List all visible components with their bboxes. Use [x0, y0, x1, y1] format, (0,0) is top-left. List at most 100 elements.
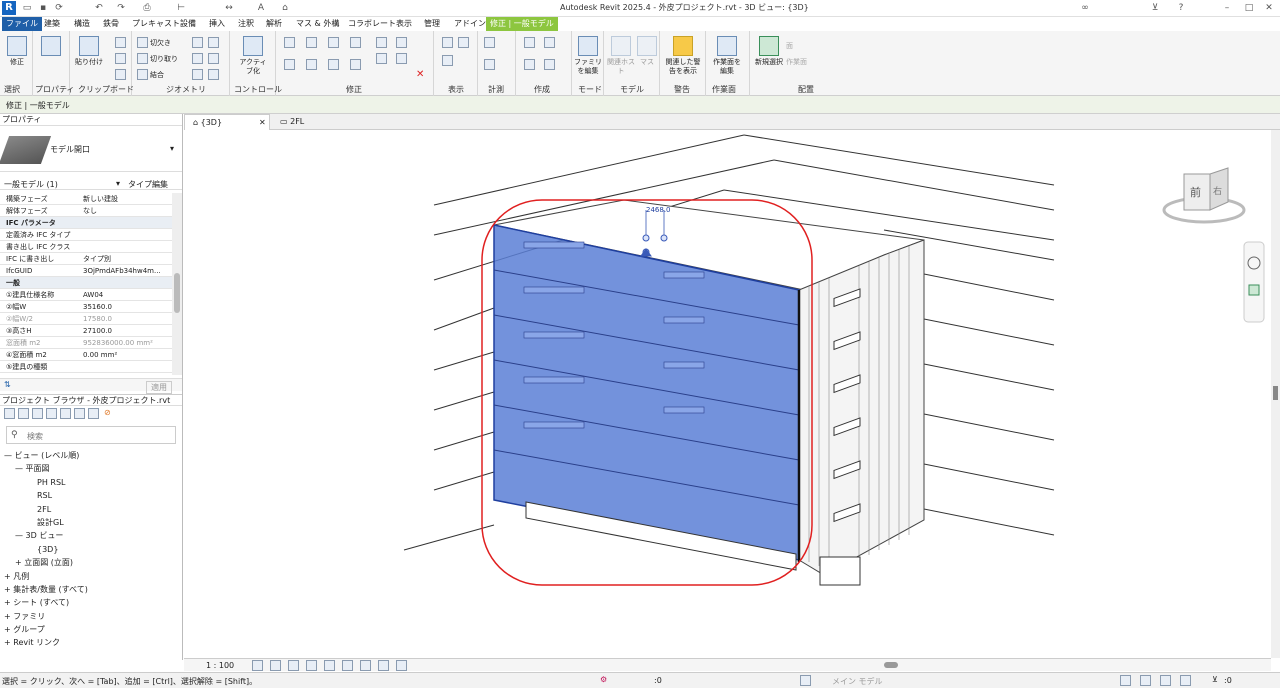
- tree-item[interactable]: — 平面図: [0, 462, 182, 475]
- move-icon[interactable]: [284, 59, 295, 70]
- tree-item[interactable]: — ビュー (レベル順): [0, 449, 182, 462]
- tree-item[interactable]: 設計GL: [0, 516, 182, 529]
- property-section[interactable]: 一般: [0, 277, 172, 289]
- tab-insert[interactable]: 挿入: [205, 17, 229, 31]
- cut-geometry-icon[interactable]: [137, 53, 148, 64]
- create-assembly-icon[interactable]: [524, 37, 535, 48]
- tab-massing[interactable]: マス & 外構: [292, 17, 343, 31]
- property-row[interactable]: IfcGUID 3OjPmdAFb34hw4m...: [0, 265, 172, 277]
- copy-icon[interactable]: [115, 53, 126, 64]
- cart-icon[interactable]: ⊻: [1150, 3, 1160, 13]
- edit-workplane-button[interactable]: 作業面を編集: [710, 34, 744, 82]
- close-icon[interactable]: ✕: [1264, 3, 1274, 13]
- property-row[interactable]: ②幅W 35160.0: [0, 301, 172, 313]
- paint-icon[interactable]: [192, 53, 203, 64]
- groups-icon[interactable]: [74, 408, 85, 419]
- search-input[interactable]: 検索: [27, 431, 43, 442]
- horizontal-scrollbar-thumb[interactable]: [884, 662, 898, 668]
- property-row[interactable]: IFC に書き出し タイプ別: [0, 253, 172, 265]
- modify-button[interactable]: 修正: [0, 34, 34, 82]
- views-icon[interactable]: [18, 408, 29, 419]
- families-icon[interactable]: [60, 408, 71, 419]
- expand-icon[interactable]: +: [4, 612, 13, 621]
- split-face-icon[interactable]: [208, 37, 219, 48]
- sort-icon[interactable]: ⇅: [4, 380, 11, 389]
- tree-item[interactable]: + シート (すべて): [0, 596, 182, 609]
- shadows-icon[interactable]: [306, 660, 317, 671]
- select-underlay-icon[interactable]: [1140, 675, 1151, 686]
- minimize-icon[interactable]: –: [1222, 3, 1232, 13]
- scale-icon[interactable]: [376, 53, 387, 64]
- split-icon[interactable]: [376, 37, 387, 48]
- create-group-icon[interactable]: [524, 59, 535, 70]
- close-tab-icon[interactable]: ✕: [259, 115, 266, 131]
- property-value[interactable]: タイプ別: [83, 253, 111, 264]
- redo-icon[interactable]: ↷: [116, 3, 126, 13]
- print-icon[interactable]: ⎙: [142, 3, 152, 13]
- temporary-hide-icon[interactable]: [360, 660, 371, 671]
- linework-icon[interactable]: [442, 55, 453, 66]
- tab-3d-view[interactable]: ⌂ {3D} ✕: [184, 114, 270, 130]
- tree-item[interactable]: RSL: [0, 489, 182, 502]
- rotate-icon[interactable]: [328, 59, 339, 70]
- lock-3d-icon[interactable]: [342, 660, 353, 671]
- tree-item[interactable]: + Revit リンク: [0, 636, 182, 649]
- detail-level-icon[interactable]: [252, 660, 263, 671]
- binoculars-icon[interactable]: ∞: [1080, 3, 1090, 13]
- measure-distance-icon[interactable]: [484, 37, 495, 48]
- remove-paint-icon[interactable]: [192, 69, 203, 80]
- viewcube-front[interactable]: 前: [1190, 185, 1201, 199]
- tab-modify-generic-model[interactable]: 修正 | 一般モデル: [486, 17, 558, 31]
- filter-icon[interactable]: ⊻: [1212, 675, 1218, 684]
- tab-analyze[interactable]: 解析: [262, 17, 286, 31]
- override-icon[interactable]: [458, 37, 469, 48]
- expand-icon[interactable]: +: [4, 598, 13, 607]
- browser-search[interactable]: ⚲ 検索: [6, 426, 176, 444]
- canvas-vertical-scrollbar[interactable]: [1271, 130, 1280, 658]
- property-row[interactable]: 書き出し IFC クラス: [0, 241, 172, 253]
- cut-icon[interactable]: [115, 37, 126, 48]
- open-icon[interactable]: ▭: [22, 3, 32, 13]
- property-row[interactable]: 構築フェーズ 新しい建設: [0, 193, 172, 205]
- show-warnings-button[interactable]: 関連した警告を表示: [664, 34, 702, 82]
- undo-icon[interactable]: ↶: [94, 3, 104, 13]
- type-selector[interactable]: モデル開口 ▾: [0, 128, 182, 172]
- array-icon[interactable]: [396, 53, 407, 64]
- select-pinned-icon[interactable]: [1160, 675, 1171, 686]
- copy-element-icon[interactable]: [306, 59, 317, 70]
- visual-style-icon[interactable]: [270, 660, 281, 671]
- revit-logo[interactable]: R: [2, 1, 16, 15]
- drawing-canvas[interactable]: 2468.0 前 右: [184, 130, 1271, 658]
- expand-icon[interactable]: +: [4, 572, 13, 581]
- property-value[interactable]: なし: [83, 205, 97, 216]
- tree-item[interactable]: + ファミリ: [0, 610, 182, 623]
- properties-button[interactable]: [34, 34, 68, 82]
- create-parts-icon[interactable]: [544, 37, 555, 48]
- tree-item[interactable]: + グループ: [0, 623, 182, 636]
- expand-icon[interactable]: +: [4, 625, 13, 634]
- edit-type-button[interactable]: タイプ編集: [128, 179, 168, 190]
- property-row[interactable]: 窓面積 m2 952836000.00 mm²: [0, 337, 172, 349]
- workset-icon[interactable]: ⚙: [600, 675, 607, 684]
- delete-icon[interactable]: ✕: [416, 69, 424, 80]
- select-links-icon[interactable]: [1120, 675, 1131, 686]
- tab-manage[interactable]: 管理: [420, 17, 444, 31]
- tab-systems[interactable]: 設備: [176, 17, 200, 31]
- property-value[interactable]: 3OjPmdAFb34hw4m...: [83, 265, 161, 276]
- viewcube[interactable]: 前 右: [1162, 167, 1246, 224]
- tree-item[interactable]: PH RSL: [0, 476, 182, 489]
- property-row[interactable]: 定義済み IFC タイプ: [0, 229, 172, 241]
- create-similar-icon[interactable]: [544, 59, 555, 70]
- aligned-dimension-icon[interactable]: [484, 59, 495, 70]
- expand-icon[interactable]: +: [4, 585, 13, 594]
- tab-architecture[interactable]: 建築: [40, 17, 64, 31]
- property-value[interactable]: 新しい建設: [83, 193, 118, 204]
- dimension-icon[interactable]: ↔: [224, 3, 234, 13]
- home-icon[interactable]: ⌂: [280, 3, 290, 13]
- activate-button[interactable]: アクティブ化: [236, 34, 270, 82]
- tab-view[interactable]: 表示: [392, 17, 416, 31]
- match-icon[interactable]: [115, 69, 126, 80]
- tab-annotate[interactable]: 注釈: [234, 17, 258, 31]
- property-value[interactable]: 0.00 mm²: [83, 349, 117, 360]
- offset-icon[interactable]: [306, 37, 317, 48]
